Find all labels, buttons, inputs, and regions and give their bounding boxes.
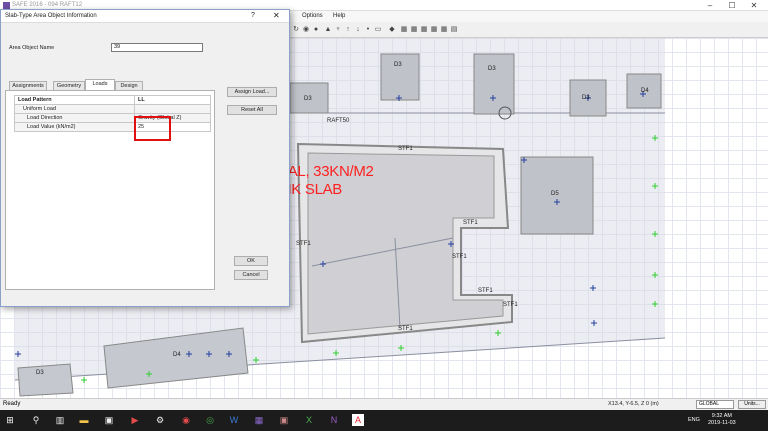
- taskbar: ⊞ ⚲ ▥ ▬ ▣ ▶ ⚙ ◉ ◎ W ▦ ▣ X N A ENG 9:32 A…: [0, 410, 768, 431]
- grid-header-load-pattern: Load Pattern: [14, 95, 135, 105]
- label-stf-inner: STF1: [478, 288, 493, 294]
- label-d3-a: D3: [394, 62, 402, 68]
- maximize-icon[interactable]: ☐: [722, 1, 742, 10]
- label-stf-bottom: STF1: [398, 326, 413, 332]
- label-d3-d: D3: [582, 95, 590, 101]
- grid-cell-label: Load Value (kN/m2): [14, 122, 135, 132]
- grid-icon-2[interactable]: ▦: [410, 25, 418, 34]
- tray-time: 9:32 AM: [711, 413, 732, 419]
- app-icon: [3, 2, 10, 9]
- table-icon[interactable]: ▤: [450, 25, 458, 34]
- minimize-icon[interactable]: –: [700, 1, 720, 10]
- autocad-icon[interactable]: A: [352, 414, 364, 426]
- rotate-icon[interactable]: ↻: [292, 25, 300, 34]
- excel-icon[interactable]: X: [303, 414, 315, 426]
- units-button[interactable]: Units...: [738, 400, 766, 409]
- move-icon[interactable]: ♆: [334, 25, 342, 34]
- dialog-title: Slab-Type Area Object Information: [5, 13, 97, 19]
- grid-icon-3[interactable]: ▦: [420, 25, 428, 34]
- search-icon[interactable]: ⚲: [30, 414, 42, 426]
- help-icon[interactable]: ?: [251, 12, 255, 19]
- area-object-name-label: Area Object Name: [9, 45, 55, 51]
- reset-all-button[interactable]: Reset All: [227, 105, 277, 115]
- loads-panel: Load Pattern LL Uniform Load Load Direct…: [5, 90, 215, 290]
- menubar: Options Help: [290, 11, 768, 22]
- label-raft: RAFT50: [327, 118, 350, 124]
- label-icon[interactable]: ▭: [374, 25, 382, 34]
- label-d4-bottom: D4: [173, 352, 181, 358]
- grid-cell-label: Load Direction: [14, 113, 135, 123]
- grid-cell-value: [134, 104, 211, 114]
- browser-icon[interactable]: ◉: [180, 414, 192, 426]
- status-text: Ready: [3, 401, 21, 407]
- label-d4: D4: [641, 88, 649, 94]
- up-arrow-icon[interactable]: ↑: [344, 25, 352, 34]
- label-d3-c: D3: [304, 96, 312, 102]
- shape-icon[interactable]: ◆: [388, 25, 396, 34]
- down-arrow-icon[interactable]: ↓: [354, 25, 362, 34]
- menu-options[interactable]: Options: [302, 13, 323, 19]
- ok-button[interactable]: OK: [234, 256, 268, 266]
- dialog-close-icon[interactable]: ✕: [273, 11, 280, 20]
- table-row: Uniform Load: [14, 104, 211, 114]
- menu-help[interactable]: Help: [333, 13, 345, 19]
- light-icon[interactable]: ●: [312, 25, 320, 34]
- app-title: SAFE 2016 - 094 RAFT12: [12, 2, 83, 8]
- label-stf-mid: STF1: [463, 220, 478, 226]
- word-icon[interactable]: W: [228, 414, 240, 426]
- app-icon-2[interactable]: ▣: [278, 414, 290, 426]
- task-view-icon[interactable]: ▥: [54, 414, 66, 426]
- grid-cell-label: Uniform Load: [14, 104, 135, 114]
- status-coordinates: X13.4, Y-6.5, Z 0 (m): [608, 401, 659, 407]
- node-icon[interactable]: •: [364, 25, 372, 34]
- windows-start-icon[interactable]: ⊞: [4, 414, 16, 426]
- toolbar: ↻ ◉ ● ▲ ♆ ↑ ↓ • ▭ ◆ ▦ ▦ ▦ ▦ ▦ ▤: [290, 22, 768, 38]
- label-d3-bottom: D3: [36, 370, 44, 376]
- area-object-dialog: Slab-Type Area Object Information ? ✕ Ar…: [0, 9, 290, 307]
- close-icon[interactable]: ✕: [744, 1, 764, 10]
- dialog-titlebar: Slab-Type Area Object Information ? ✕: [1, 10, 289, 23]
- label-stf-top: STF1: [398, 146, 413, 152]
- up-icon[interactable]: ▲: [324, 25, 332, 34]
- store-icon[interactable]: ▣: [103, 414, 115, 426]
- tray-date: 2019-11-03: [708, 420, 736, 426]
- coordinate-system-select[interactable]: GLOBAL: [696, 400, 734, 409]
- grid-icon-1[interactable]: ▦: [400, 25, 408, 34]
- grid-header-ll: LL: [134, 95, 211, 105]
- label-d3-b: D3: [488, 66, 496, 72]
- area-object-name-field[interactable]: 39: [111, 43, 203, 52]
- assign-load-button[interactable]: Assign Load...: [227, 87, 277, 97]
- file-explorer-icon[interactable]: ▬: [78, 414, 90, 426]
- table-row: Load Value (kN/m2) 25: [14, 122, 211, 132]
- tray-clock[interactable]: 9:32 AM 2019-11-03: [708, 413, 736, 427]
- grid-icon-4[interactable]: ▦: [430, 25, 438, 34]
- tray-language[interactable]: ENG: [688, 417, 700, 423]
- grid-header-row: Load Pattern LL: [14, 95, 211, 105]
- onenote-icon[interactable]: N: [328, 414, 340, 426]
- chrome-icon[interactable]: ◎: [204, 414, 216, 426]
- cancel-button[interactable]: Cancel: [234, 270, 268, 280]
- table-row: Load Direction Gravity (Global Z): [14, 113, 211, 123]
- settings-gear-icon[interactable]: ⚙: [154, 414, 166, 426]
- load-value-highlight: [134, 116, 171, 141]
- safe-app-icon[interactable]: ▦: [253, 414, 265, 426]
- view-icon[interactable]: ◉: [302, 25, 310, 34]
- grid-icon-5[interactable]: ▦: [440, 25, 448, 34]
- statusbar: Ready X13.4, Y-6.5, Z 0 (m) GLOBAL Units…: [0, 398, 768, 410]
- label-stf-left: STF1: [296, 241, 311, 247]
- label-d5: D5: [551, 191, 559, 197]
- label-stf-right2: STF1: [503, 302, 518, 308]
- label-stf-right: STF1: [452, 254, 467, 260]
- load-grid: Load Pattern LL Uniform Load Load Direct…: [14, 95, 211, 132]
- media-icon[interactable]: ▶: [129, 414, 141, 426]
